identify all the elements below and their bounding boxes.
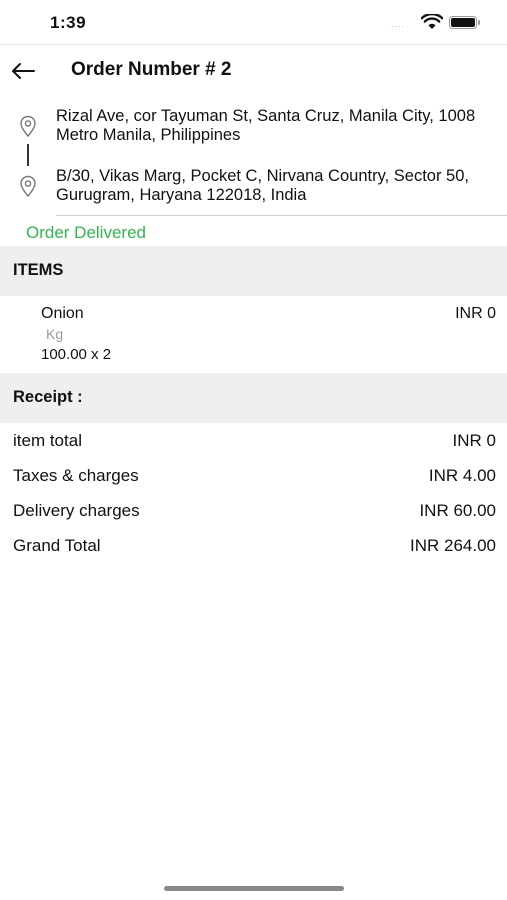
header: Order Number # 2 xyxy=(0,44,507,97)
list-item: Onion Kg 100.00 x 2 INR 0 xyxy=(0,296,507,372)
item-unit: Kg xyxy=(46,326,64,342)
page-title: Order Number # 2 xyxy=(71,59,232,80)
items-section-header: ITEMS xyxy=(0,246,507,296)
map-pin-icon xyxy=(20,175,36,197)
status-time: 1:39 xyxy=(50,13,87,32)
wifi-icon xyxy=(421,14,443,29)
receipt-label: Grand Total xyxy=(13,536,101,555)
receipt-value: INR 4.00 xyxy=(428,466,496,485)
item-name: Onion xyxy=(41,305,84,322)
home-indicator[interactable] xyxy=(164,886,344,891)
dropoff-address: B/30, Vikas Marg, Pocket C, Nirvana Coun… xyxy=(56,167,469,204)
battery-icon xyxy=(449,16,480,29)
divider xyxy=(56,215,507,216)
item-price: INR 0 xyxy=(455,305,496,322)
receipt-value: INR 264.00 xyxy=(410,536,496,555)
receipt-label: Taxes & charges xyxy=(13,466,139,485)
items-section-title: ITEMS xyxy=(13,261,64,279)
receipt-row-taxes: Taxes & charges INR 4.00 xyxy=(0,466,507,496)
receipt-label: Delivery charges xyxy=(13,501,140,520)
receipt-value: INR 60.00 xyxy=(419,501,496,520)
route-line xyxy=(27,144,29,166)
receipt-section-title: Receipt : xyxy=(13,388,83,406)
item-quantity: 100.00 x 2 xyxy=(41,346,112,363)
receipt-label: item total xyxy=(13,431,82,450)
order-status: Order Delivered xyxy=(26,223,146,242)
receipt-row-delivery: Delivery charges INR 60.00 xyxy=(0,501,507,531)
cellular-signal: .... xyxy=(391,19,406,29)
map-pin-icon xyxy=(20,115,36,137)
arrow-left-icon xyxy=(12,63,35,79)
back-button[interactable] xyxy=(8,57,38,85)
address-block: Rizal Ave, cor Tayuman St, Santa Cruz, M… xyxy=(0,100,507,216)
receipt-section-header: Receipt : xyxy=(0,373,507,423)
status-bar: 1:39 .... xyxy=(0,0,507,44)
receipt-value: INR 0 xyxy=(452,431,496,450)
receipt-row-item-total: item total INR 0 xyxy=(0,431,507,461)
receipt-row-grand-total: Grand Total INR 264.00 xyxy=(0,536,507,566)
pickup-address: Rizal Ave, cor Tayuman St, Santa Cruz, M… xyxy=(56,107,476,144)
